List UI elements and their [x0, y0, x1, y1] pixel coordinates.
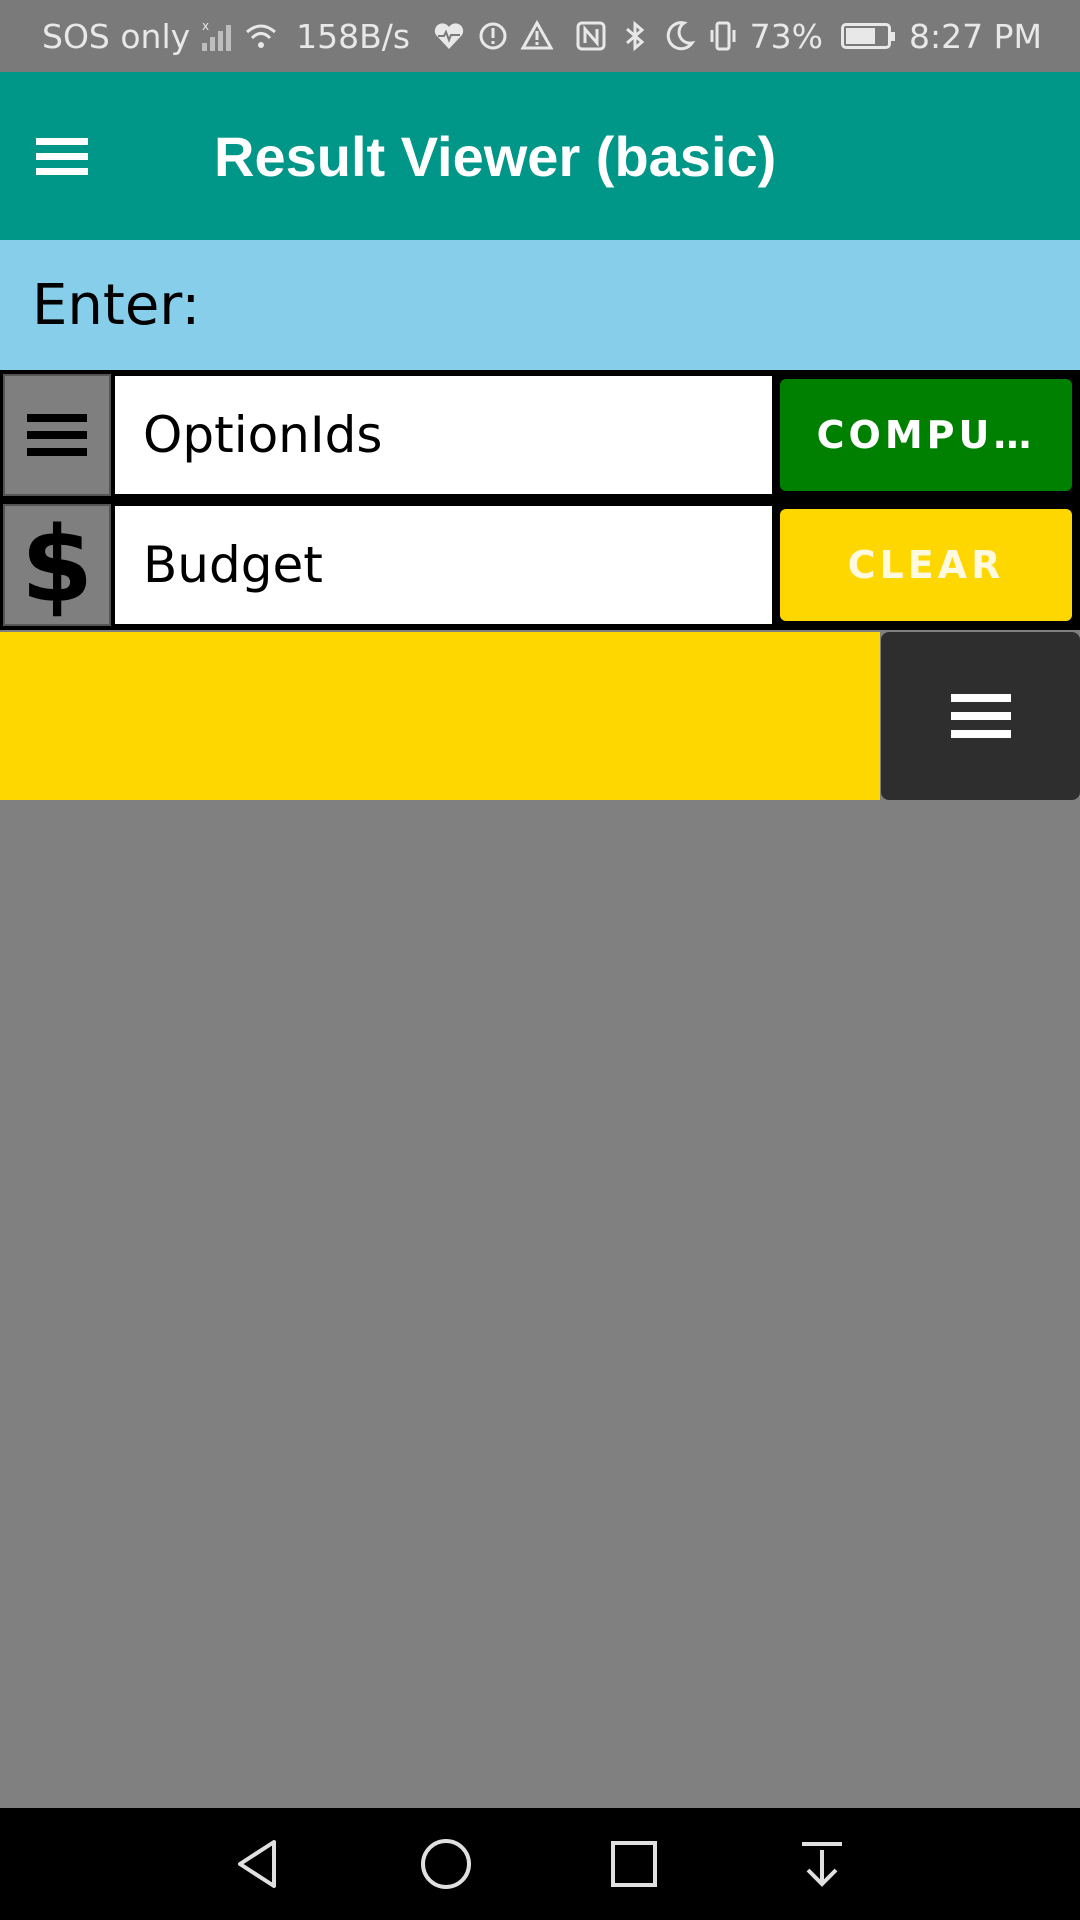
warning-icon: [520, 16, 554, 56]
health-icon: [432, 16, 466, 56]
back-icon[interactable]: [164, 1808, 352, 1920]
hamburger-menu-icon[interactable]: [32, 126, 92, 186]
app-bar: Result Viewer (basic): [0, 72, 1080, 240]
home-icon[interactable]: [352, 1808, 540, 1920]
option-ids-input[interactable]: OptionIds: [115, 376, 772, 494]
dollar-glyph: $: [20, 504, 94, 626]
clock: 8:27 PM: [909, 16, 1042, 56]
bluetooth-icon: [618, 16, 652, 56]
hamburger-menu-icon: [950, 694, 1011, 738]
option-ids-row: OptionIds COMPU…: [0, 370, 1080, 500]
wifi-icon: [244, 16, 278, 56]
vibrate-icon: [706, 16, 740, 56]
network-speed: 158B/s: [296, 16, 411, 56]
moon-icon: [662, 16, 696, 56]
alert-circle-icon: [476, 16, 510, 56]
carrier-text: SOS only: [42, 16, 191, 56]
recents-icon[interactable]: [540, 1808, 728, 1920]
status-bar: SOS only x 158B/s 73% 8:27 PM: [0, 0, 1080, 72]
budget-input[interactable]: Budget: [115, 506, 772, 624]
battery-icon: [841, 23, 896, 49]
notifications-pull-icon[interactable]: [728, 1808, 916, 1920]
nfc-icon: [574, 16, 608, 56]
signal-icon: x: [200, 16, 234, 56]
enter-bar: Enter:: [0, 240, 1080, 370]
clear-button[interactable]: CLEAR: [780, 509, 1072, 621]
svg-text:x: x: [202, 19, 209, 33]
result-menu-button[interactable]: [881, 632, 1080, 800]
budget-row: $ Budget CLEAR: [0, 500, 1080, 630]
navigation-bar: [0, 1808, 1080, 1920]
page-title: Result Viewer (basic): [214, 124, 777, 188]
list-icon: [3, 374, 111, 496]
battery-percent: 73%: [749, 16, 824, 56]
result-bar: [0, 632, 880, 800]
compute-button[interactable]: COMPU…: [780, 379, 1072, 491]
dollar-icon: $: [3, 504, 111, 626]
enter-label: Enter:: [32, 272, 201, 338]
